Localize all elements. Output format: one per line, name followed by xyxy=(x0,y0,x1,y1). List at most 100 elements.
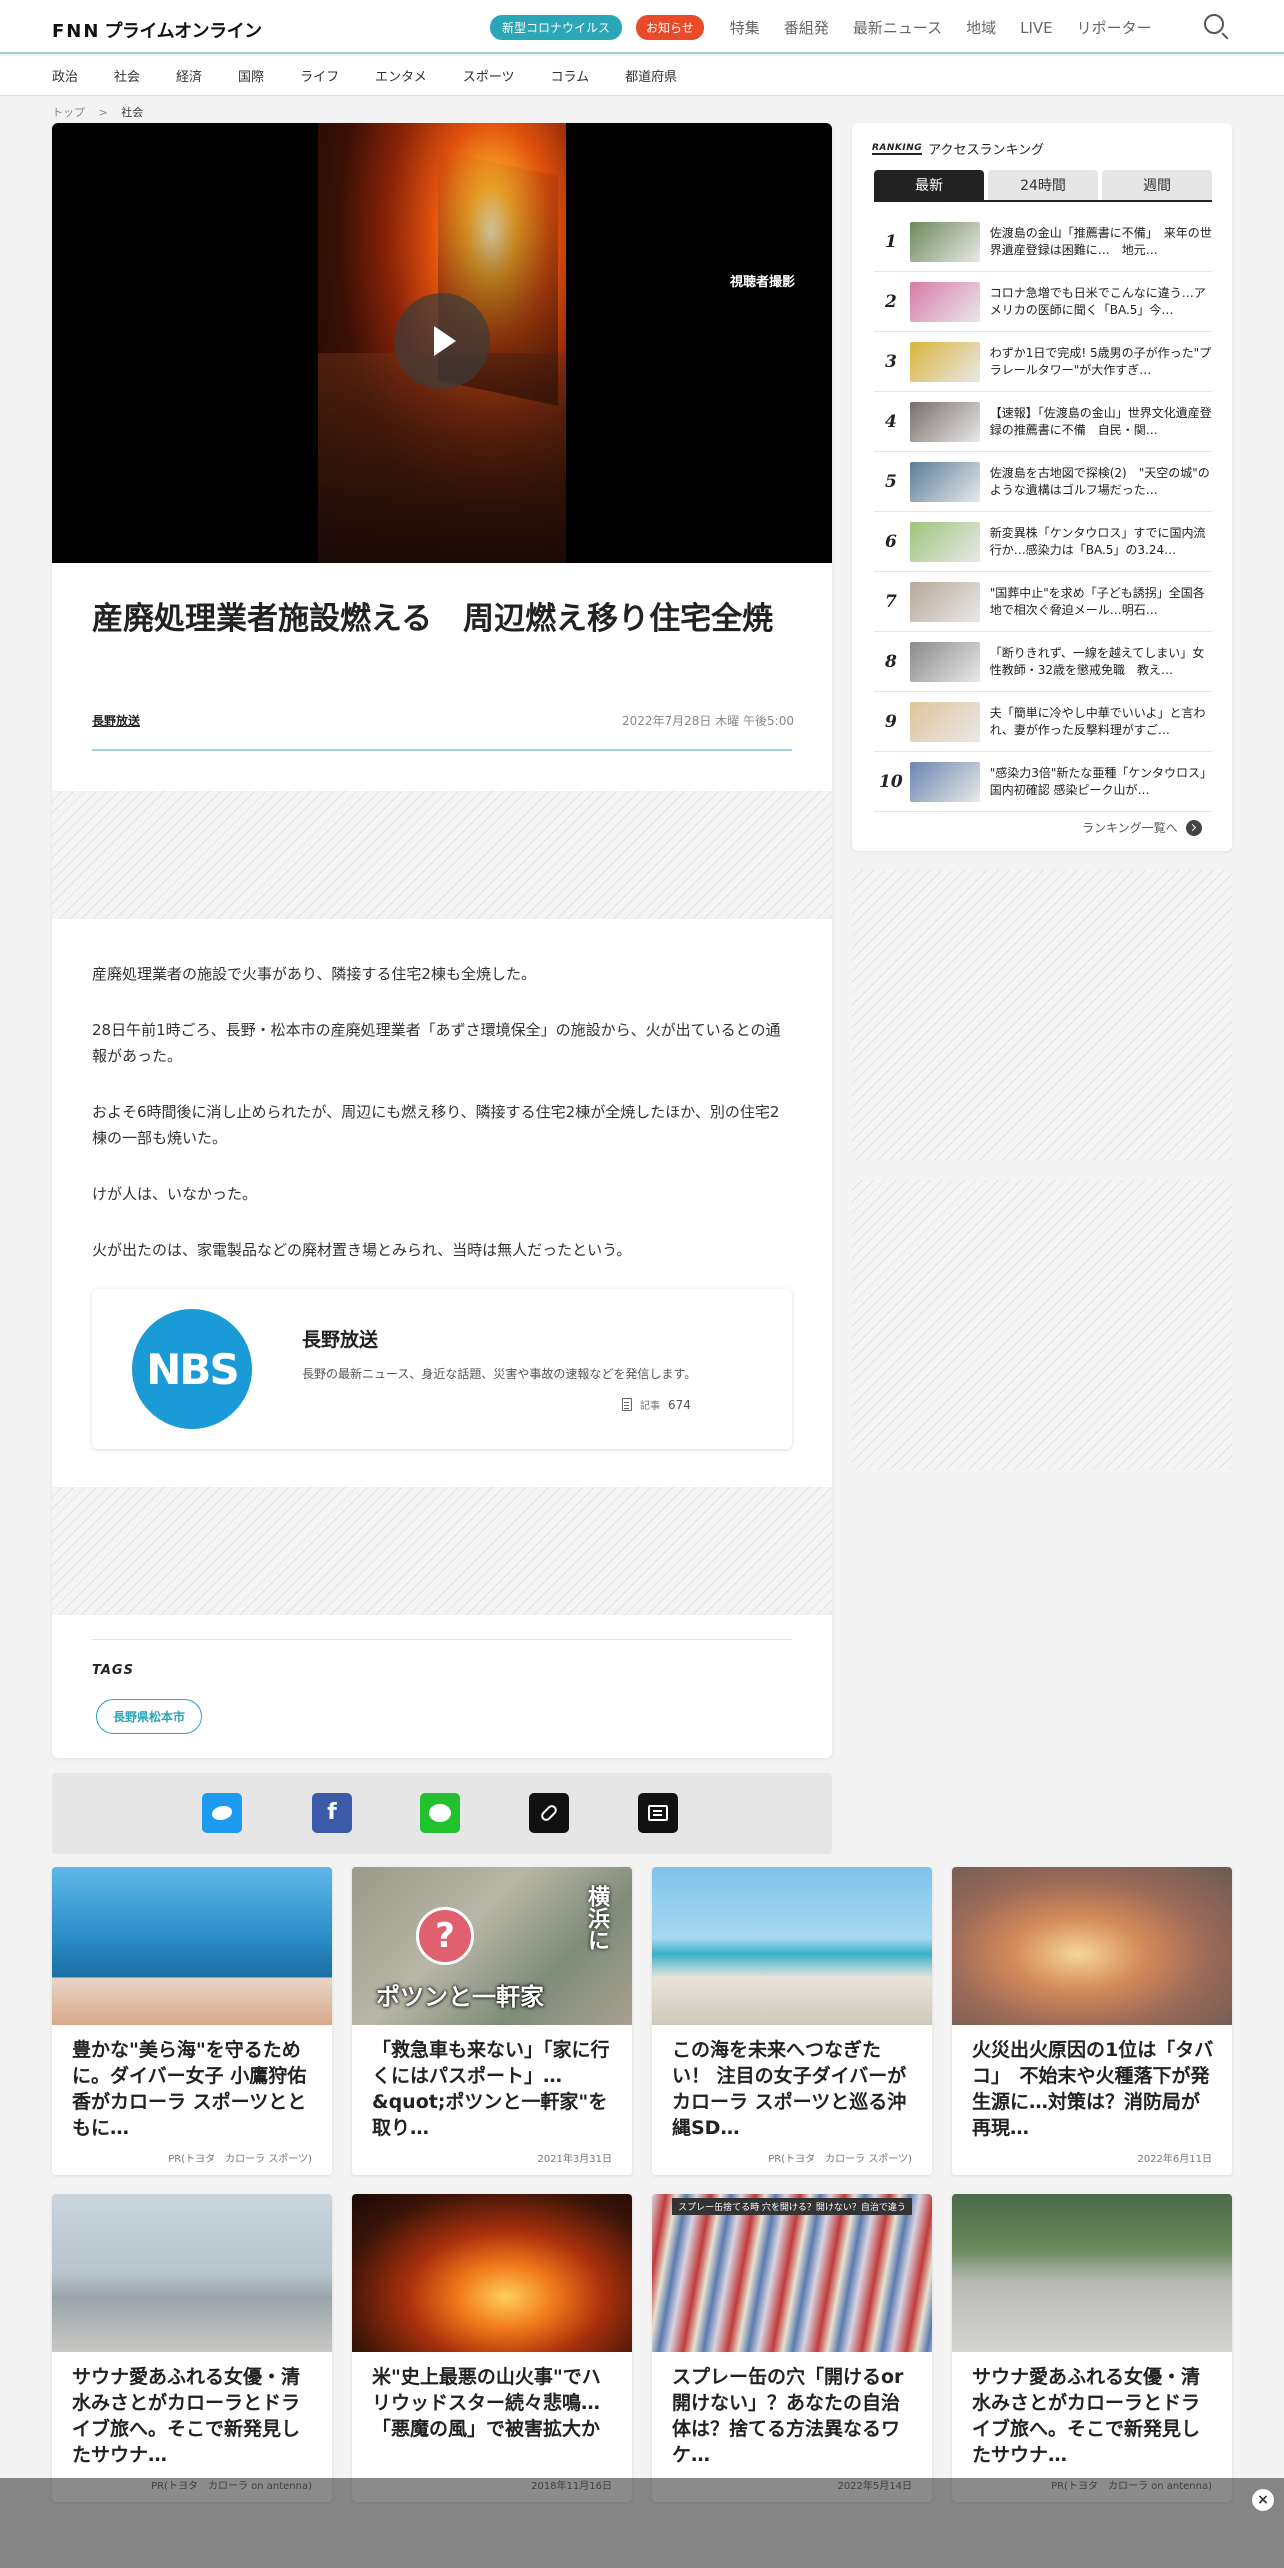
rank-number: 8 xyxy=(884,651,897,672)
ranking-item[interactable]: 9 夫「簡単に冷やし中華でいいよ」と言われ、妻が作った反撃料理がすご… xyxy=(874,692,1212,752)
ranking-item[interactable]: 10 "感染力3倍"新たな亜種「ケンタウロス」国内初確認 感染ピーク山が… xyxy=(874,752,1212,812)
line-icon xyxy=(429,1804,451,1822)
ranking-list: 1 佐渡島の金山「推薦書に不備」 来年の世界遺産登録は困難に… 地元… 2 コロナ急増… xyxy=(874,212,1212,812)
ranking-panel: RANKING アクセスランキング 最新 24時間 週間 1 佐渡島の金山「推薦書… xyxy=(852,123,1232,851)
category-entertainment[interactable]: エンタメ xyxy=(375,66,427,85)
ranking-item[interactable]: 8 「断りきれず、一線を越えてしまい」女性教師・32歳を懲戒免職 教え… xyxy=(874,632,1212,692)
top-nav: 新型コロナウイルス お知らせ 特集 番組発 最新ニュース 地域 LIVE リポー… xyxy=(490,15,1164,40)
card-title: この海を未来へつなぎたい！ 注目の女子ダイバーがカローラ スポーツと巡る沖縄SD… xyxy=(672,2039,907,2139)
breadcrumb-top[interactable]: トップ xyxy=(52,106,85,119)
related-card[interactable]: サウナ愛あふれる女優・清水みさとがカローラとドライブ旅へ。そこで新発見したサウナ… xyxy=(952,2194,1232,2502)
site-logo[interactable]: FNN プライムオンライン xyxy=(52,17,262,43)
ranking-item[interactable]: 4 【速報】「佐渡島の金山」世界文化遺産登録の推薦書に不備 自民・関… xyxy=(874,392,1212,452)
related-card[interactable]: この海を未来へつなぎたい！ 注目の女子ダイバーがカローラ スポーツと巡る沖縄SD… xyxy=(652,1867,932,2175)
card-meta: PR(トヨタ カローラ スポーツ) xyxy=(168,2154,312,2165)
facebook-icon: f xyxy=(327,1800,337,1825)
link-icon xyxy=(539,1803,559,1823)
nav-reporter[interactable]: リポーター xyxy=(1077,17,1152,38)
nav-latest[interactable]: 最新ニュース xyxy=(853,17,942,38)
article-paragraph: 産廃処理業者の施設で火事があり、隣接する住宅2棟も全焼した。 xyxy=(92,965,536,983)
ranking-item[interactable]: 2 コロナ急増でも日米でこんなに違う…アメリカの医師に聞く「BA.5」今… xyxy=(874,272,1212,332)
category-international[interactable]: 国際 xyxy=(238,66,264,85)
related-card[interactable]: 火災出火原因の1位は「タバコ」 不始末や火種落下が発生源に…対策は？消防局が再現… xyxy=(952,1867,1232,2175)
search-icon[interactable] xyxy=(1204,14,1224,34)
covid-pill[interactable]: 新型コロナウイルス xyxy=(490,15,623,40)
question-icon: ? xyxy=(416,1907,474,1965)
ranking-title: アクセスランキング xyxy=(928,143,1045,158)
ranking-thumbnail xyxy=(909,701,980,742)
tab-latest[interactable]: 最新 xyxy=(874,170,984,200)
video-player[interactable]: 視聴者撮影 xyxy=(52,123,832,563)
twitter-icon xyxy=(212,1806,232,1820)
related-card[interactable]: 豊かな"美ら海"を守るために。ダイバー女子 小鷹狩佑香がカローラ スポーツととも… xyxy=(52,1867,332,2175)
ranking-thumbnail xyxy=(909,761,980,802)
ranking-thumbnail xyxy=(909,521,980,562)
twitter-share-button[interactable] xyxy=(202,1793,242,1833)
rank-number: 3 xyxy=(884,351,897,372)
article-date: 2022年7月28日 木曜 午後5:00 xyxy=(621,714,794,728)
divider xyxy=(92,749,792,751)
related-card[interactable]: サウナ愛あふれる女優・清水みさとがカローラとドライブ旅へ。そこで新発見したサウナ… xyxy=(52,2194,332,2502)
tag-link[interactable]: 長野県松本市 xyxy=(96,1699,203,1734)
tab-24h[interactable]: 24時間 xyxy=(988,170,1098,200)
copy-link-button[interactable] xyxy=(529,1793,569,1833)
article-card: 視聴者撮影 産廃処理業者施設燃える 周辺燃え移り住宅全焼 長野放送 2022年7… xyxy=(52,123,832,1758)
comment-icon xyxy=(648,1805,668,1821)
ranking-item[interactable]: 7 "国葬中止"を求め「子ども誘拐」全国各地で相次ぐ脅迫メール…明石… xyxy=(874,572,1212,632)
related-card[interactable]: ? ポツンと一軒家 横浜に 「救急車も来ない」「家に行くにはパスポート」…&qu… xyxy=(352,1867,632,2175)
card-title: サウナ愛あふれる女優・清水みさとがカローラとドライブ旅へ。そこで新発見したサウナ… xyxy=(72,2366,301,2466)
breadcrumb-current[interactable]: 社会 xyxy=(121,106,143,119)
notice-pill[interactable]: お知らせ xyxy=(636,15,704,40)
image-caption: ポツンと一軒家 xyxy=(376,1983,544,2011)
category-prefecture[interactable]: 都道府県 xyxy=(625,66,677,85)
ranking-headline: 佐渡島の金山「推薦書に不備」 来年の世界遺産登録は困難に… 地元… xyxy=(989,225,1212,257)
nav-region[interactable]: 地域 xyxy=(966,17,996,38)
ranking-headline: わずか1日で完成! 5歳男の子が作った"プラレールタワー"が大作すぎ… xyxy=(989,345,1212,377)
ranking-item[interactable]: 6 新変異株「ケンタウロス」すでに国内流行か…感染力は「BA.5」の3.24… xyxy=(874,512,1212,572)
tab-weekly[interactable]: 週間 xyxy=(1102,170,1212,200)
ranking-thumbnail xyxy=(909,461,980,502)
card-title: スプレー缶の穴「開けるor 開けない」？あなたの自治体は？捨てる方法異なるワケ… xyxy=(672,2366,904,2466)
ranking-more-link[interactable]: ランキング一覧へ xyxy=(1082,819,1202,836)
ranking-tabs: 最新 24時間 週間 xyxy=(874,170,1212,202)
card-image xyxy=(52,1867,332,2025)
article-body: 産廃処理業者の施設で火事があり、隣接する住宅2棟も全焼した。 28日午前1時ごろ… xyxy=(92,961,792,1293)
card-image xyxy=(952,1867,1232,2025)
facebook-share-button[interactable]: f xyxy=(312,1793,352,1833)
site-header: FNN プライムオンライン 新型コロナウイルス お知らせ 特集 番組発 最新ニュー… xyxy=(0,0,1284,54)
ad-placeholder xyxy=(52,791,832,919)
nav-live[interactable]: LIVE xyxy=(1020,19,1053,37)
category-life[interactable]: ライフ xyxy=(300,66,339,85)
image-banner: スプレー缶捨てる時 穴を開ける？開けない？自治で違う xyxy=(672,2198,912,2215)
article-paragraph: およそ6時間後に消し止められたが、周辺にも燃え移り、隣接する住宅2棟が全焼したほ… xyxy=(92,1103,780,1147)
ranking-headline: 「断りきれず、一線を越えてしまい」女性教師・32歳を懲戒免職 教え… xyxy=(989,645,1205,677)
chevron-right-icon xyxy=(1185,819,1202,836)
card-meta: 2021年3月31日 xyxy=(537,2154,612,2165)
ranking-item[interactable]: 5 佐渡島を古地図で探検(2) "天空の城"のような遺構はゴルフ場だった… xyxy=(874,452,1212,512)
article-paragraph: 28日午前1時ごろ、長野・松本市の産廃処理業者「あずさ環境保全」の施設から、火が… xyxy=(92,1021,781,1065)
category-sports[interactable]: スポーツ xyxy=(463,66,515,85)
image-caption-vertical: 横浜に xyxy=(584,1885,609,1951)
rank-number: 2 xyxy=(884,291,897,312)
ad-placeholder xyxy=(52,1487,832,1615)
close-button[interactable]: × xyxy=(1252,2489,1274,2511)
nav-program[interactable]: 番組発 xyxy=(784,17,829,38)
category-politics[interactable]: 政治 xyxy=(52,66,78,85)
line-share-button[interactable] xyxy=(420,1793,460,1833)
comment-button[interactable] xyxy=(638,1793,678,1833)
category-society[interactable]: 社会 xyxy=(114,66,140,85)
article-source[interactable]: 長野放送 xyxy=(92,712,140,729)
ranking-item[interactable]: 3 わずか1日で完成! 5歳男の子が作った"プラレールタワー"が大作すぎ… xyxy=(874,332,1212,392)
category-column[interactable]: コラム xyxy=(550,66,589,85)
rank-number: 7 xyxy=(884,591,897,612)
related-card[interactable]: スプレー缶捨てる時 穴を開ける？開けない？自治で違う スプレー缶の穴「開けるor… xyxy=(652,2194,932,2502)
ranking-thumbnail xyxy=(909,581,980,622)
nav-feature[interactable]: 特集 xyxy=(730,17,760,38)
play-icon[interactable] xyxy=(394,293,490,389)
ranking-item[interactable]: 1 佐渡島の金山「推薦書に不備」 来年の世界遺産登録は困難に… 地元… xyxy=(874,212,1212,272)
related-card[interactable]: 米"史上最悪の山火事"でハリウッドスター続々悲鳴…「悪魔の風」で被害拡大か 20… xyxy=(352,2194,632,2502)
category-economy[interactable]: 経済 xyxy=(176,66,202,85)
ranking-headline: "感染力3倍"新たな亜種「ケンタウロス」国内初確認 感染ピーク山が… xyxy=(989,765,1207,797)
publisher-logo: NBS xyxy=(132,1309,252,1429)
publisher-card[interactable]: NBS 長野放送 長野の最新ニュース、身近な話題、災害や事故の速報などを発信しま… xyxy=(92,1289,792,1449)
